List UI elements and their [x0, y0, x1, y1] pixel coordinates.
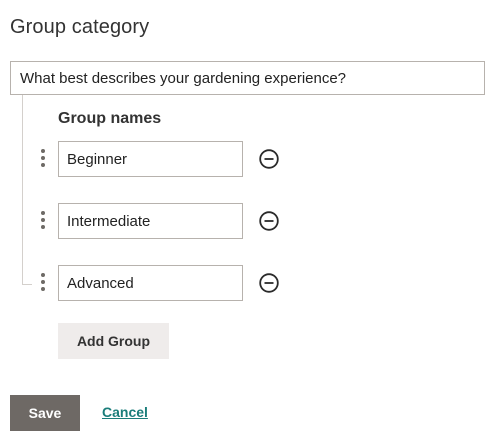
remove-group-button[interactable]: [258, 148, 280, 170]
minus-circle-icon: [259, 149, 279, 169]
cancel-link[interactable]: Cancel: [102, 404, 148, 420]
minus-circle-icon: [259, 211, 279, 231]
group-row: [0, 141, 494, 177]
category-question-input[interactable]: [10, 61, 485, 95]
minus-circle-icon: [259, 273, 279, 293]
tree-connector-line: [22, 95, 23, 284]
group-name-input[interactable]: [58, 265, 243, 301]
group-row: [0, 265, 494, 301]
save-button[interactable]: Save: [10, 395, 80, 431]
drag-handle-icon[interactable]: [40, 273, 46, 295]
group-name-input[interactable]: [58, 203, 243, 239]
add-group-button[interactable]: Add Group: [58, 323, 169, 359]
group-row: [0, 203, 494, 239]
drag-handle-icon[interactable]: [40, 211, 46, 233]
drag-handle-icon[interactable]: [40, 149, 46, 171]
group-name-input[interactable]: [58, 141, 243, 177]
group-names-label: Group names: [58, 110, 162, 127]
remove-group-button[interactable]: [258, 210, 280, 232]
page-title: Group category: [10, 16, 150, 38]
remove-group-button[interactable]: [258, 272, 280, 294]
